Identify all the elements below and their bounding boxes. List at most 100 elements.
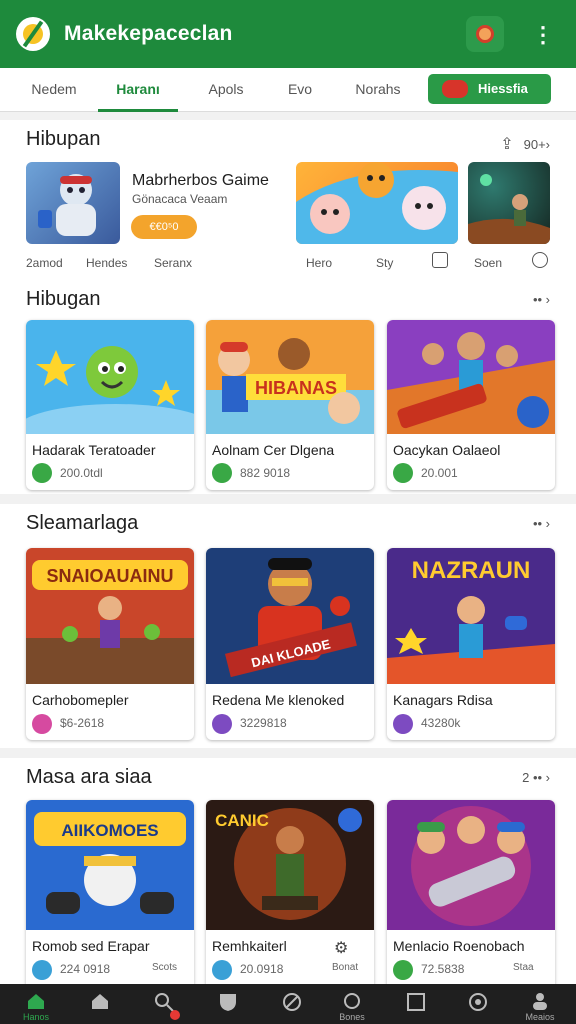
game-card[interactable]: HIBANAS Aolnam Cer Dlgena 882 9018: [206, 320, 374, 490]
game-card[interactable]: CANIC Remhkaiterl 20.0918 ⚙ Bonat: [206, 800, 374, 984]
featured-game-thumbnail[interactable]: [26, 162, 120, 244]
house-icon: [92, 994, 108, 1009]
game-card-meta: 20.001: [421, 466, 458, 480]
nav-item-home[interactable]: Hanos: [4, 984, 68, 1024]
tab-nedem[interactable]: Nedem: [14, 68, 94, 112]
featured-label: Hero: [306, 256, 333, 270]
game-card-art: [387, 320, 555, 434]
game-card-title: Oacykan Oalaeol: [393, 442, 501, 458]
nav-item-profile[interactable]: Meaios: [508, 984, 572, 1024]
gamepad-icon: [442, 80, 468, 98]
person-icon: [533, 993, 547, 1010]
check-icon: [32, 463, 52, 483]
controller-icon: [212, 714, 232, 734]
main-content[interactable]: Hibupan ⇪ 90+› Mabrherbos Gaime Gönacaca …: [0, 112, 576, 984]
game-card-art: CANIC: [206, 800, 374, 930]
game-card-title: Hadarak Teratoader: [32, 442, 156, 458]
game-card-meta: 72.5838: [421, 962, 465, 976]
game-card-art: SNAIOAUAINU: [26, 548, 194, 684]
shield-icon: [220, 994, 236, 1011]
basketball-icon: [283, 993, 301, 1011]
section-title: Masa ara siaa: [26, 766, 152, 788]
nav-item-search[interactable]: [132, 984, 196, 1024]
section-title: Hibugan: [26, 288, 101, 310]
game-card[interactable]: Oacykan Oalaeol 20.001: [387, 320, 555, 490]
featured-label: Soen: [474, 256, 503, 270]
section-title: Hibupan: [26, 128, 101, 150]
robot-character-art: [38, 174, 96, 236]
svg-text:CANIC: CANIC: [215, 811, 269, 830]
app-logo-icon[interactable]: [16, 17, 50, 51]
game-card[interactable]: DAI KLOADE Redena Me klenoked 3229818: [206, 548, 374, 740]
game-card-meta: 224 0918: [60, 962, 111, 976]
svg-text:AIIKOMOES: AIIKOMOES: [61, 821, 158, 840]
nav-item-shield[interactable]: [196, 984, 260, 1024]
share-icon: ⇪: [500, 136, 514, 153]
svg-text:HIBANAS: HIBANAS: [255, 378, 337, 398]
circle-icon: [344, 993, 360, 1009]
featured-game-subtitle: Gönacaca Veaam: [132, 192, 228, 206]
section-more-link[interactable]: ⇪ 90+›: [500, 134, 550, 154]
nav-item-swirl[interactable]: [446, 984, 510, 1024]
download-icon: [32, 960, 52, 980]
more-menu-icon[interactable]: ⋮: [532, 22, 554, 48]
game-card[interactable]: NAZRAUN Kanagars Rdisa 43280k: [387, 548, 555, 740]
nav-item-square[interactable]: [384, 984, 448, 1024]
game-card[interactable]: SNAIOAUAINU Carhobomepler $6-2618: [26, 548, 194, 740]
tab-harani[interactable]: Haranı: [98, 68, 178, 112]
game-card-art: HIBANAS: [206, 320, 374, 434]
game-card[interactable]: AIIKOMOES Romob sed Erapar 224 0918 Scot…: [26, 800, 194, 984]
game-card-meta: 20.0918: [240, 962, 284, 976]
game-card-title: Remhkaiterl: [212, 938, 287, 954]
game-card-title: Redena Me klenoked: [212, 692, 345, 708]
game-card-meta: 3229818: [240, 716, 287, 730]
profile-avatar-button[interactable]: [466, 16, 504, 52]
section-more-link[interactable]: 2 •• ›: [522, 770, 550, 785]
tab-norahs[interactable]: Norahs: [338, 68, 418, 112]
featured-play-button[interactable]: €€0⁵0: [131, 215, 197, 239]
cute-characters-art: [296, 162, 458, 244]
game-section: Hibugan •• › Hadarak Teratoader 200.0tdl…: [0, 280, 576, 494]
featured-label: Seranx: [154, 256, 193, 270]
avatar-icon: [476, 25, 494, 43]
notification-badge: [170, 1010, 180, 1020]
featured-thumbnail-3[interactable]: [468, 162, 550, 244]
game-card-side-label: Staa: [513, 962, 534, 973]
check-icon: [393, 960, 413, 980]
section-more-link[interactable]: •• ›: [533, 292, 550, 307]
home-icon: [28, 994, 44, 1009]
game-card-title: Aolnam Cer Dlgena: [212, 442, 335, 458]
featured-game-title[interactable]: Mabrherbos Gaime: [132, 172, 269, 190]
game-card-title: Menlacio Roenobach: [393, 938, 525, 954]
game-card-art: [26, 320, 194, 434]
game-card-side-label: Bonat: [332, 962, 359, 973]
edit-icon[interactable]: [432, 252, 448, 268]
nav-item-house[interactable]: [68, 984, 132, 1024]
check-icon: [212, 463, 232, 483]
tab-evo[interactable]: Evo: [260, 68, 340, 112]
section-more-link[interactable]: •• ›: [533, 516, 550, 531]
featured-thumbnail-2[interactable]: [296, 162, 458, 244]
bottom-navigation: Hanos Bones Meaios: [0, 984, 576, 1024]
comment-icon[interactable]: [532, 252, 548, 268]
game-card-art: AIIKOMOES: [26, 800, 194, 930]
featured-label: 2amod: [26, 256, 63, 270]
game-card[interactable]: Menlacio Roenobach 72.5838 Staa: [387, 800, 555, 984]
download-icon: [212, 960, 232, 980]
controller-icon: [32, 714, 52, 734]
game-card[interactable]: Hadarak Teratoader 200.0tdl: [26, 320, 194, 490]
game-card-side-label: Scots: [152, 962, 178, 973]
game-card-art: DAI KLOADE: [206, 548, 374, 684]
controller-icon: [393, 714, 413, 734]
app-title: Makekepaceclan: [64, 22, 233, 45]
game-card-title: Kanagars Rdisa: [393, 692, 493, 708]
search-icon: [155, 993, 174, 1012]
tab-apols[interactable]: Apols: [186, 68, 266, 112]
gear-icon[interactable]: ⚙: [334, 938, 348, 958]
tab-action-button[interactable]: Hiessfia: [428, 74, 551, 104]
swirl-icon: [469, 993, 487, 1011]
nav-item-sports[interactable]: [260, 984, 324, 1024]
square-icon: [407, 993, 425, 1011]
category-tabs: Nedem Haranı Apols Evo Norahs Hiessfia: [0, 68, 576, 112]
nav-item-bones[interactable]: Bones: [320, 984, 384, 1024]
